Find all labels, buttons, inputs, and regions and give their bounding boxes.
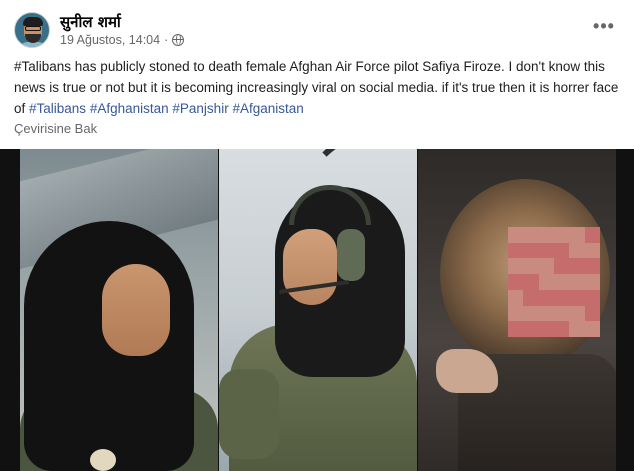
post-image[interactable] (0, 149, 634, 471)
hashtag-link[interactable]: #Afghanistan (90, 101, 169, 116)
pixelated-blur (508, 227, 600, 337)
post-text: #Talibans has publicly stoned to death f… (14, 56, 622, 119)
post-meta: सुनील शर्मा 19 Ağustos, 14:04 · (60, 13, 185, 47)
post-header: सुनील शर्मा 19 Ağustos, 14:04 · (14, 10, 185, 50)
hashtag-link[interactable]: #Panjshir (172, 101, 228, 116)
photo-panel-pilot-cockpit (219, 149, 417, 471)
photo-panel-pilot-portrait (20, 149, 218, 471)
hashtag-link[interactable]: #Afganistan (232, 101, 303, 116)
see-translation-link[interactable]: Çevirisine Bak (14, 121, 97, 136)
post-timestamp[interactable]: 19 Ağustos, 14:04 (60, 33, 160, 47)
post-subline: 19 Ağustos, 14:04 · (60, 33, 185, 47)
more-options-icon[interactable]: ••• (586, 14, 622, 38)
author-avatar[interactable] (14, 12, 50, 48)
globe-icon[interactable] (172, 34, 185, 46)
facebook-post: सुनील शर्मा 19 Ağustos, 14:04 · ••• #Tal… (0, 0, 634, 471)
separator-dot: · (164, 33, 169, 47)
hashtag-link[interactable]: #Talibans (29, 101, 86, 116)
photo-panel-blurred-face (418, 149, 616, 471)
author-name[interactable]: सुनील शर्मा (60, 13, 184, 32)
